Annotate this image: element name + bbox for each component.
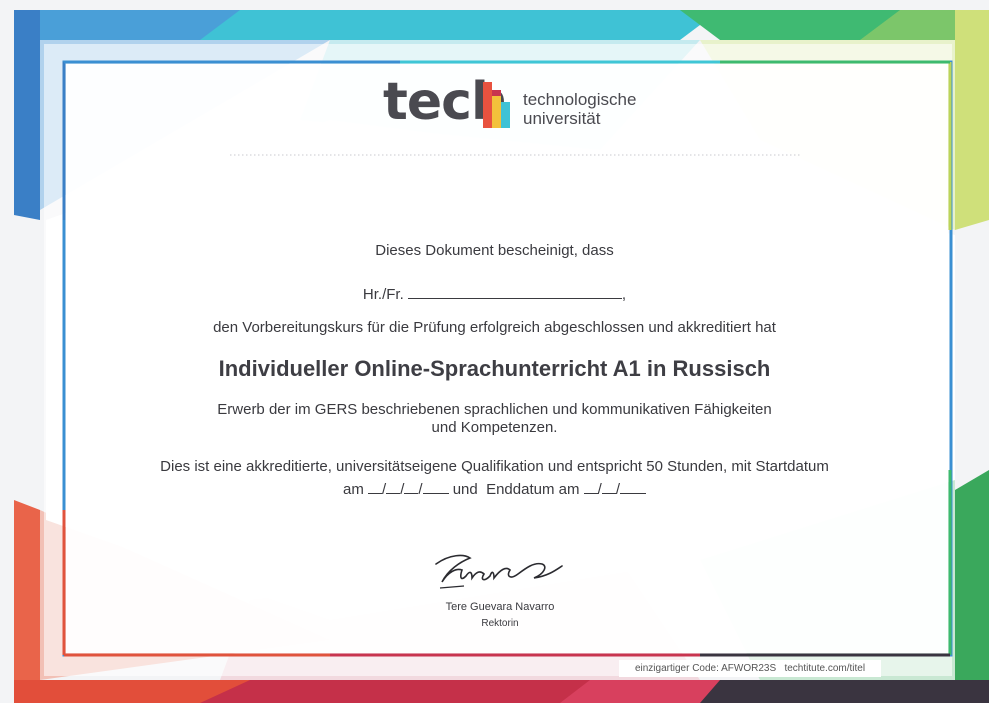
name-blank-line bbox=[407, 297, 622, 299]
description-line-2: und Kompetenzen. bbox=[431, 419, 558, 436]
logo-subtitle: technologische universität bbox=[523, 90, 636, 128]
description-line-1: Erwerb der im GERS beschriebenen sprachl… bbox=[217, 401, 772, 418]
logo-accent-icon bbox=[483, 82, 510, 128]
rector-signature bbox=[435, 554, 563, 589]
signatory-role: Rektorin bbox=[481, 618, 519, 629]
name-suffix: , bbox=[621, 286, 627, 303]
start-month-blank bbox=[386, 492, 401, 494]
date-line: am / / / und Enddatum am / / bbox=[0, 481, 989, 498]
name-prefix: Hr./Fr. bbox=[362, 286, 404, 303]
signatory-name: Tere Guevara Navarro bbox=[445, 601, 555, 613]
start-year-prefix-blank bbox=[404, 492, 419, 494]
date-end-prefix: Enddatum am bbox=[486, 481, 580, 498]
footer-code-box: einzigartiger Code: AFWOR23S techtitute.… bbox=[619, 660, 881, 677]
logo-line-2: universität bbox=[523, 109, 601, 128]
verification-url[interactable]: techtitute.com/titel bbox=[784, 663, 865, 674]
end-month-blank bbox=[601, 492, 616, 494]
accreditation-text: Dies ist eine akkreditierte, universität… bbox=[160, 458, 829, 475]
start-day-blank bbox=[368, 492, 383, 494]
unique-code: einzigartiger Code: AFWOR23S bbox=[634, 663, 777, 674]
end-day-blank bbox=[583, 492, 598, 494]
certificate-page: tech technologische universität Dieses D… bbox=[0, 0, 989, 703]
start-year-blank bbox=[422, 492, 449, 494]
intro-text: Dieses Dokument bescheinigt, dass bbox=[375, 242, 614, 259]
logo-line-1: technologische bbox=[523, 90, 637, 109]
recipient-line: Hr./Fr. , bbox=[0, 286, 989, 303]
course-title: Individueller Online-Sprachunterricht A1… bbox=[218, 356, 771, 381]
date-and: und bbox=[452, 481, 478, 498]
completion-text: den Vorbereitungskurs für die Prüfung er… bbox=[213, 319, 776, 336]
date-start-prefix: am bbox=[343, 481, 364, 498]
end-year-blank bbox=[619, 492, 646, 494]
